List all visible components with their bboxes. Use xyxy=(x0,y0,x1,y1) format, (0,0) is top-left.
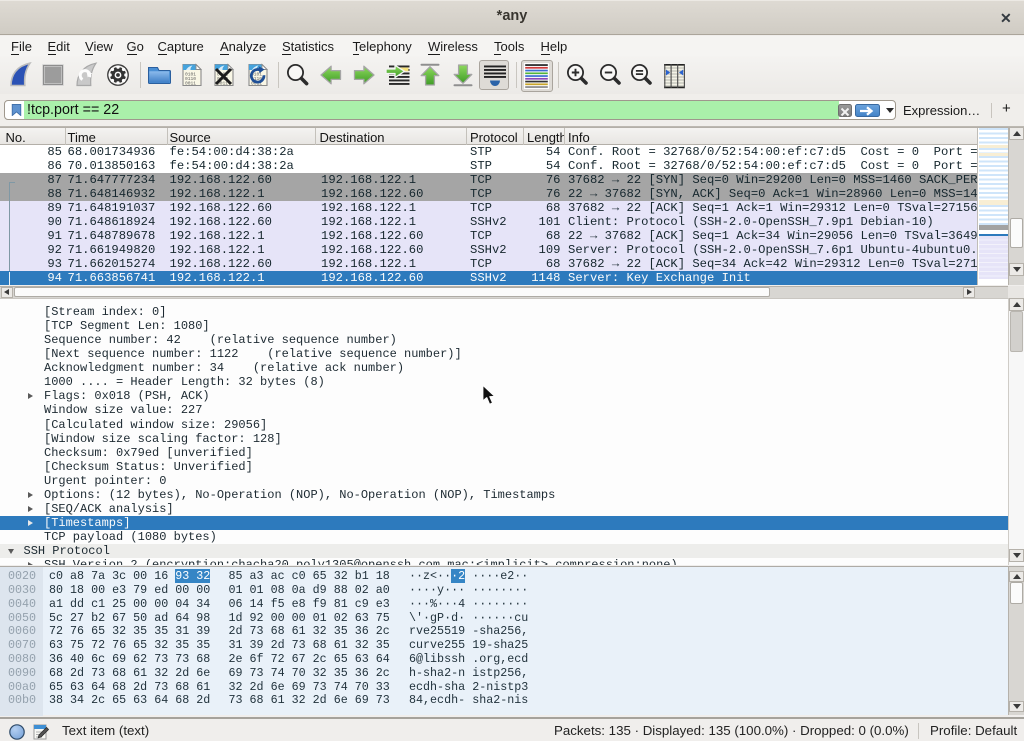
svg-text:0011: 0011 xyxy=(185,81,196,87)
